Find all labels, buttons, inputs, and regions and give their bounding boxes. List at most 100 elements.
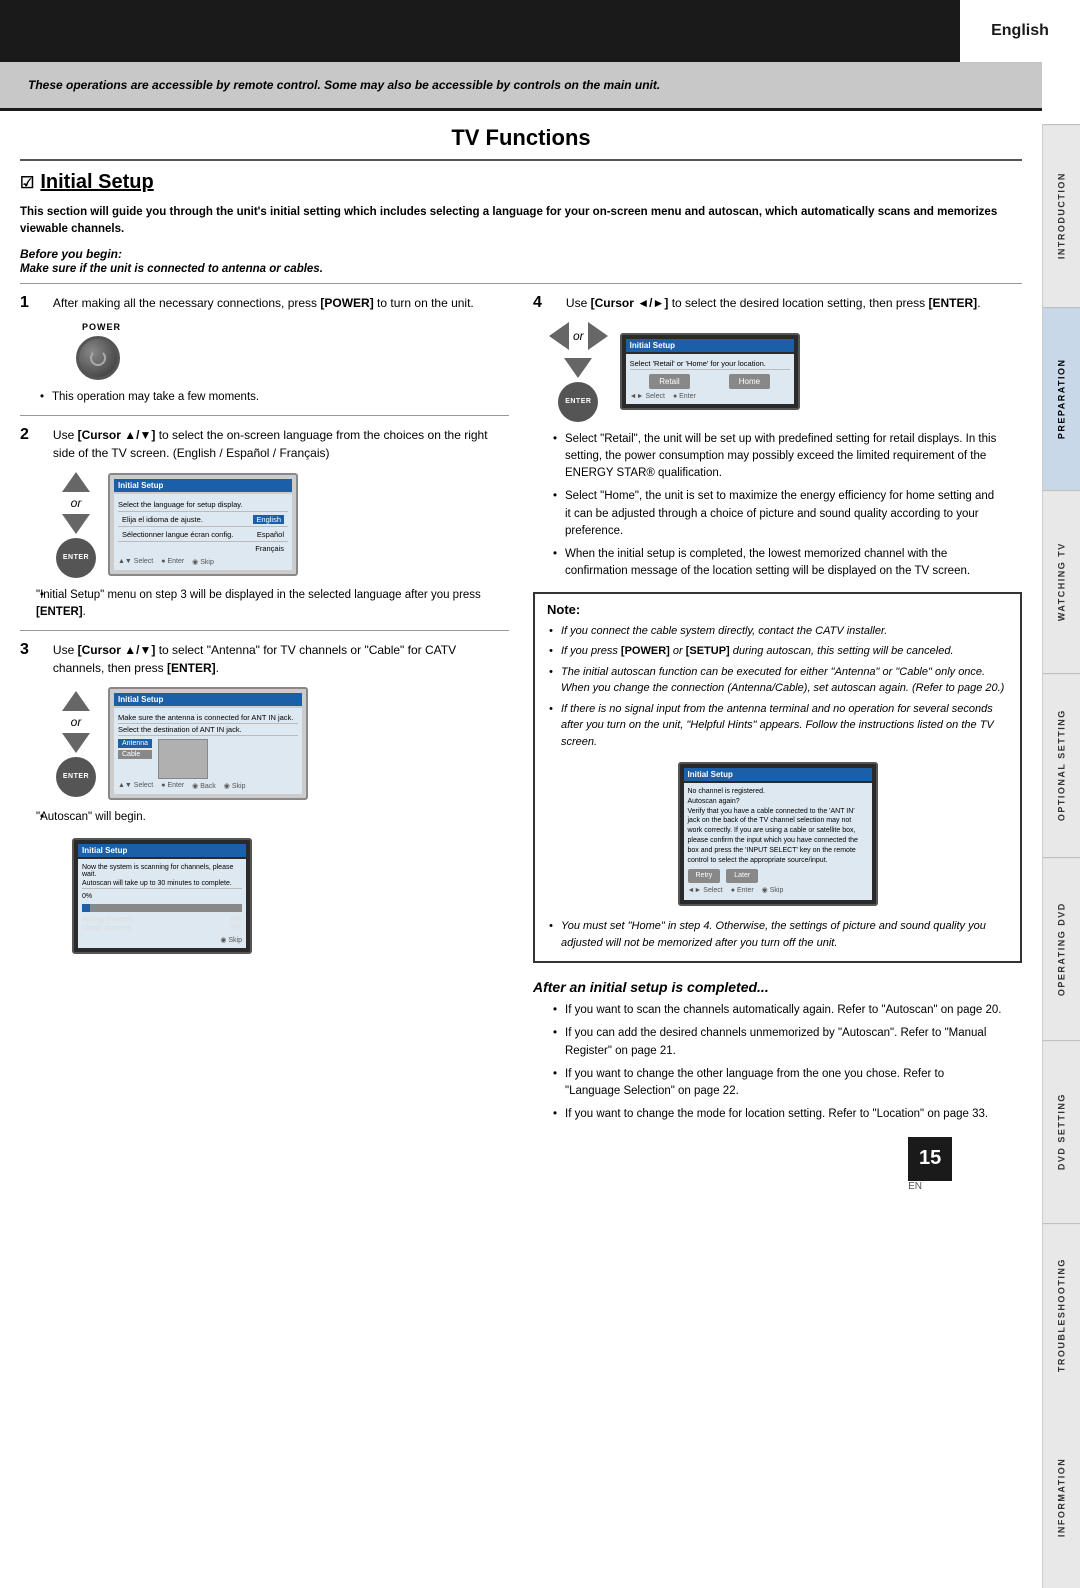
autoscan-progress-label: 0% — [82, 892, 242, 901]
power-button-inner — [90, 350, 106, 366]
language-espanol: Español — [257, 530, 284, 539]
sidebar-item-optional-setting[interactable]: OPTIONAL SETTING — [1043, 673, 1080, 856]
step-4-nav: or ENTER — [549, 322, 608, 422]
analog-value: 0ch — [231, 916, 242, 923]
english-tab[interactable]: English — [960, 0, 1080, 62]
before-begin-title: Before you begin: — [20, 247, 1022, 261]
enter-button-1: ENTER — [56, 538, 96, 578]
location-screen-title: Initial Setup — [626, 339, 794, 352]
loc-footer-enter: ● Enter — [673, 393, 696, 400]
main-content: These operations are accessible by remot… — [0, 62, 1042, 1196]
en-label: EN — [908, 1181, 982, 1196]
autoscan-title: Initial Setup — [78, 844, 246, 857]
antenna-screen-body: Make sure the antenna is connected for A… — [114, 708, 302, 794]
note-screen-footer: ◄► Select ● Enter ◉ Skip — [688, 886, 868, 896]
sidebar-label-dvd-setting: DVD SETTING — [1057, 1093, 1067, 1170]
location-options: Retail Home — [630, 374, 790, 389]
note-screen-later: Later — [726, 869, 758, 883]
antenna-footer: ▲▼ Select ● Enter ◉ Back ◉ Skip — [118, 782, 298, 790]
antenna-opts-left: Antenna Cable — [118, 739, 152, 779]
sidebar-label-optional-setting: OPTIONAL SETTING — [1057, 710, 1067, 822]
sidebar-item-introduction[interactable]: INTRODUCTION — [1043, 124, 1080, 307]
enter-button-3: ENTER — [558, 382, 598, 422]
left-column: 1 After making all the necessary connect… — [20, 290, 509, 1127]
note-screen-text-3: Verify that you have a cable connected t… — [688, 807, 868, 866]
language-english: English — [253, 515, 284, 524]
sidebar-item-watching-tv[interactable]: WATCHING TV — [1043, 490, 1080, 673]
note-screen-area: Initial Setup No channel is registered. … — [547, 758, 1008, 910]
arrow-left-icon — [549, 322, 569, 350]
step-2-number: 2 — [20, 426, 29, 462]
or-text-2: or — [71, 715, 82, 729]
step-2-bullet: "Initial Setup" menu on step 3 will be d… — [20, 584, 509, 625]
footer-skip: ◉ Skip — [192, 558, 214, 566]
language-screen: Initial Setup Select the language for se… — [108, 473, 298, 576]
sidebar-item-troubleshooting[interactable]: TROUBLESHOOTING — [1043, 1223, 1080, 1406]
language-francais: Français — [255, 544, 284, 553]
top-bar: English — [0, 0, 1080, 62]
language-label: English — [991, 22, 1049, 40]
analog-row: Analog channels 0ch — [82, 915, 242, 924]
power-button-area: POWER — [20, 316, 509, 386]
autoscan-prompt-2: Autoscan will take up to 30 minutes to c… — [82, 879, 242, 889]
language-screen-title: Initial Setup — [114, 479, 292, 492]
sidebar-label-watching-tv: WATCHING TV — [1057, 543, 1067, 622]
after-setup-title: After an initial setup is completed... — [533, 971, 1022, 999]
arrow-right-icon — [588, 322, 608, 350]
after-item-4: If you want to change the mode for locat… — [533, 1103, 1022, 1126]
note-footer-enter: ● Enter — [731, 886, 754, 896]
note-item-3: The initial autoscan function can be exe… — [547, 662, 1008, 699]
note-footer-select: ◄► Select — [688, 886, 723, 896]
antenna-screen: Initial Setup Make sure the antenna is c… — [108, 687, 308, 800]
autoscan-skip: ◉ Skip — [220, 936, 242, 944]
language-screen-body: Select the language for setup display. E… — [114, 494, 292, 570]
loc-footer-select: ◄► Select — [630, 393, 665, 400]
language-opt-1: Elija el idioma de ajuste. — [122, 515, 203, 524]
sidebar-item-operating-dvd[interactable]: OPERATING DVD — [1043, 857, 1080, 1040]
divider-1 — [20, 283, 1022, 284]
antenna-diagram — [158, 739, 208, 779]
sidebar-item-dvd-setting[interactable]: DVD SETTING — [1043, 1040, 1080, 1223]
ant-footer-enter: ● Enter — [161, 782, 184, 790]
power-label: POWER — [82, 322, 121, 332]
before-begin-text: Make sure if the unit is connected to an… — [20, 261, 1022, 277]
or-text-3: or — [573, 329, 584, 343]
step-4: 4 Use [Cursor ◄/►] to select the desired… — [533, 290, 1022, 316]
location-footer: ◄► Select ● Enter — [630, 393, 790, 400]
arrow-up-icon-2 — [62, 691, 90, 711]
step-1-text: After making all the necessary connectio… — [53, 294, 474, 312]
arrow-down-icon — [62, 514, 90, 534]
after-item-1: If you want to scan the channels automat… — [533, 999, 1022, 1022]
before-begin: Before you begin: Make sure if the unit … — [0, 243, 1042, 277]
note-item-5: You must set "Home" in step 4. Otherwise… — [547, 916, 1008, 953]
note-box: Note: If you connect the cable system di… — [533, 592, 1022, 963]
language-row-2: Sélectionner langue écran config. Españo… — [118, 528, 288, 542]
divider-2 — [20, 415, 509, 416]
antenna-prompt-2: Select the destination of ANT IN jack. — [118, 724, 298, 736]
step-4-lr-arrows: or — [549, 322, 608, 350]
digital-value: 0ch — [231, 925, 242, 932]
opt-antenna: Antenna — [118, 739, 152, 748]
step-4-number: 4 — [533, 294, 542, 312]
step-2-text: Use [Cursor ▲/▼] to select the on-screen… — [53, 426, 509, 462]
opt-cable: Cable — [118, 750, 152, 759]
arrow-down-icon-2 — [62, 733, 90, 753]
arrow-down-icon-3 — [564, 358, 592, 378]
sidebar-label-troubleshooting: TROUBLESHOOTING — [1057, 1258, 1067, 1372]
footer-enter: ● Enter — [161, 558, 184, 566]
sidebar-item-preparation[interactable]: PREPARATION — [1043, 307, 1080, 490]
page-footer: 15 EN — [908, 1137, 982, 1196]
note-screen-text-1: No channel is registered. — [688, 787, 868, 797]
step-2-nav: or ENTER — [56, 472, 96, 578]
sidebar-item-information[interactable]: INFORMATION — [1043, 1406, 1080, 1588]
step-3-text: Use [Cursor ▲/▼] to select "Antenna" for… — [53, 641, 509, 677]
after-item-3: If you want to change the other language… — [533, 1063, 1022, 1104]
antenna-prompt-1: Make sure the antenna is connected for A… — [118, 712, 298, 724]
home-button: Home — [729, 374, 770, 389]
enter-button-2: ENTER — [56, 757, 96, 797]
language-row-3: Français — [118, 542, 288, 555]
section-title: Initial Setup — [40, 171, 153, 194]
checkbox-icon: ☑ — [20, 173, 34, 193]
language-row-1: Elija el idioma de ajuste. English — [118, 513, 288, 527]
note-screen-title: Initial Setup — [684, 768, 872, 781]
